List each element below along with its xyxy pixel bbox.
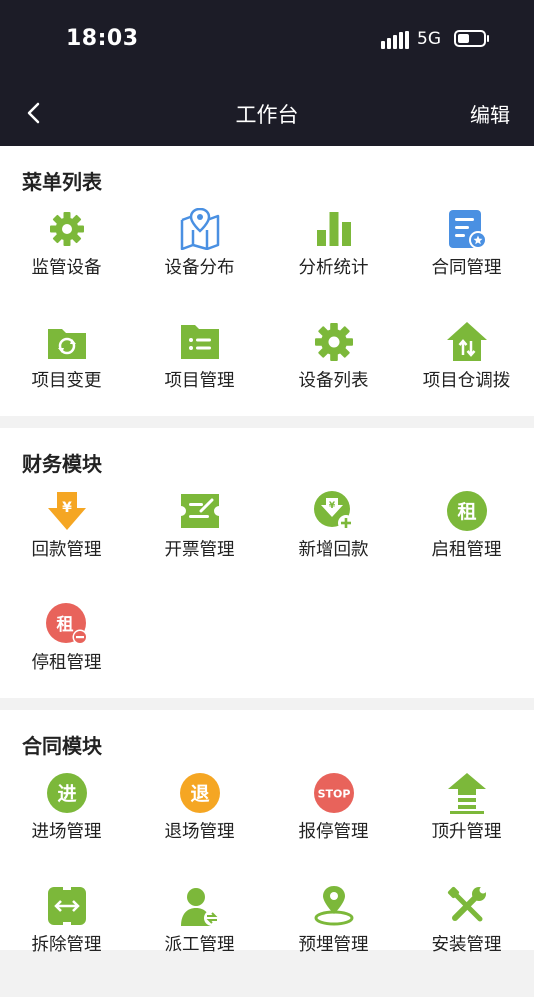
grid-item-label: 项目管理 [164, 371, 235, 391]
status-bar: 18:03 5G [0, 0, 534, 80]
grid-item-label: 进场管理 [31, 822, 102, 842]
grid-item-label: 设备分布 [164, 258, 235, 278]
grid-item-payment-collection[interactable]: ¥ 回款管理 [0, 490, 133, 602]
add-payment-icon: ¥ [314, 491, 354, 531]
grid-item-jack-up[interactable]: 顶升管理 [400, 772, 533, 884]
grid-item-contract-management[interactable]: 合同管理 [400, 208, 533, 320]
battery-tip [487, 35, 489, 42]
grid-item-label: 回款管理 [31, 540, 102, 560]
grid-item-add-payment[interactable]: ¥ 新增回款 [267, 490, 400, 602]
grid-item-label: 报停管理 [298, 822, 369, 842]
grid-item-project-change[interactable]: 项目变更 [0, 321, 133, 433]
grid-item-dismantle[interactable]: 拆除管理 [0, 885, 133, 997]
grid-item-label: 合同管理 [431, 258, 502, 278]
stop-sign-icon: STOP [314, 773, 354, 813]
grid-item-label: 安装管理 [431, 935, 502, 955]
jack-up-icon [448, 773, 486, 814]
warehouse-transfer-icon [447, 322, 487, 361]
grid-item-label: 派工管理 [164, 935, 235, 955]
contract-document-icon [449, 210, 487, 249]
grid-item-supervised-devices[interactable]: 监管设备 [0, 208, 133, 320]
grid-item-installation[interactable]: 安装管理 [400, 885, 533, 997]
menu-list-section: 菜单列表 监管设备 设备分布 分析统计 合同管理 项目变更 项目管理 设备列表 … [0, 146, 534, 416]
navigation-bar: 工作台 编辑 [0, 80, 534, 146]
invoice-ticket-icon [181, 494, 219, 528]
svg-text:STOP: STOP [318, 788, 351, 801]
finance-section: 财务模块 ¥ 回款管理 开票管理 ¥ 新增回款 租 启租管理 租 停租管理 [0, 428, 534, 698]
grid-item-warehouse-transfer[interactable]: 项目仓调拨 [400, 321, 533, 433]
contract-section: 合同模块 进 进场管理 退 退场管理 STOP 报停管理 顶升管理 拆除管理 派… [0, 710, 534, 955]
section-title: 合同模块 [22, 734, 102, 758]
svg-text:¥: ¥ [329, 501, 336, 511]
embed-location-icon [314, 886, 354, 926]
grid-item-label: 顶升管理 [431, 822, 502, 842]
dispatch-worker-icon [181, 888, 220, 926]
grid-item-label: 拆除管理 [31, 935, 102, 955]
install-tools-icon [447, 886, 487, 922]
folder-sync-icon [48, 329, 86, 359]
grid-item-analysis-statistics[interactable]: 分析统计 [267, 208, 400, 320]
stop-rent-icon: 租 [46, 603, 88, 645]
grid-item-label: 新增回款 [298, 540, 369, 560]
grid-item-start-rent[interactable]: 租 启租管理 [400, 490, 533, 602]
folder-list-icon [181, 325, 219, 359]
enter-site-icon: 进 [47, 773, 87, 813]
clock: 18:03 [66, 26, 139, 51]
page-title: 工作台 [235, 103, 299, 127]
dismantle-icon [48, 887, 86, 925]
svg-text:退: 退 [190, 783, 209, 805]
grid-item-label: 项目仓调拨 [422, 371, 511, 391]
start-rent-icon: 租 [447, 491, 487, 531]
grid-item-suspension-report[interactable]: STOP 报停管理 [267, 772, 400, 884]
grid-item-embedding[interactable]: 预埋管理 [267, 885, 400, 997]
grid-item-label: 开票管理 [164, 540, 235, 560]
grid-item-site-exit[interactable]: 退 退场管理 [133, 772, 266, 884]
map-pin-icon [180, 208, 220, 250]
grid-item-label: 预埋管理 [298, 935, 369, 955]
signal-icon [381, 31, 409, 49]
gear-icon [50, 212, 84, 246]
grid-item-label: 退场管理 [164, 822, 235, 842]
section-title: 财务模块 [22, 452, 102, 476]
grid-item-stop-rent[interactable]: 租 停租管理 [0, 603, 133, 715]
network-type: 5G [417, 29, 441, 49]
grid-item-label: 项目变更 [31, 371, 102, 391]
grid-item-label: 设备列表 [298, 371, 369, 391]
svg-text:租: 租 [57, 614, 74, 635]
grid-item-dispatch[interactable]: 派工管理 [133, 885, 266, 997]
gear-icon [315, 323, 353, 361]
svg-text:进: 进 [57, 783, 76, 805]
grid-item-label: 启租管理 [431, 540, 502, 560]
grid-item-label: 分析统计 [298, 258, 369, 278]
exit-site-icon: 退 [180, 773, 220, 813]
yuan-down-arrow-icon: ¥ [48, 492, 86, 530]
grid-item-device-distribution[interactable]: 设备分布 [133, 208, 266, 320]
grid-item-label: 停租管理 [31, 653, 102, 673]
grid-item-device-list[interactable]: 设备列表 [267, 321, 400, 433]
section-title: 菜单列表 [22, 170, 102, 194]
svg-text:¥: ¥ [62, 500, 72, 516]
grid-item-invoice-management[interactable]: 开票管理 [133, 490, 266, 602]
grid-item-site-entry[interactable]: 进 进场管理 [0, 772, 133, 884]
svg-text:租: 租 [457, 501, 476, 523]
edit-button[interactable]: 编辑 [470, 99, 510, 128]
bar-chart-icon [317, 212, 351, 246]
grid-item-label: 监管设备 [31, 258, 102, 278]
grid-item-project-management[interactable]: 项目管理 [133, 321, 266, 433]
battery-icon [454, 30, 486, 47]
